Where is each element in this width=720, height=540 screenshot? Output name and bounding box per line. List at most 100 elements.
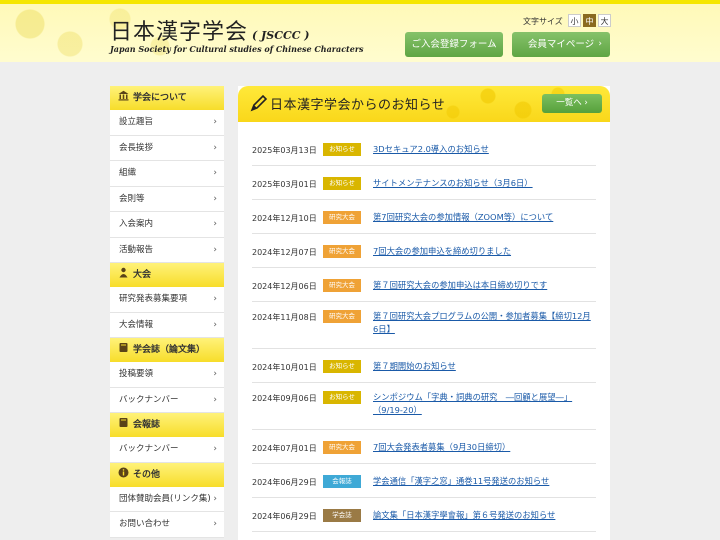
- sidebar-item-label: 投稿要領: [119, 369, 154, 379]
- news-category-badge: お知らせ: [323, 143, 361, 156]
- font-size-large-button[interactable]: 大: [598, 14, 611, 27]
- sidebar-item[interactable]: 設立趣旨 ›: [110, 110, 224, 136]
- news-header: 日本漢字学会からのお知らせ 一覧へ ›: [238, 86, 610, 122]
- news-item: 2025年03月13日 お知らせ 3Dセキュア2.0導入のお知らせ: [252, 132, 596, 166]
- news-link[interactable]: 第7回研究大会の参加情報（ZOOM等）について: [373, 211, 593, 224]
- news-link[interactable]: 3Dセキュア2.0導入のお知らせ: [373, 143, 593, 156]
- member-mypage-label: 会員マイページ: [527, 39, 595, 50]
- sidebar-heading-label: 大会: [133, 270, 152, 280]
- person-icon: [118, 264, 129, 278]
- news-date: 2024年09月06日: [252, 394, 317, 403]
- pen-icon: [250, 94, 268, 112]
- sidebar-item-label: お問い合わせ: [119, 519, 171, 529]
- sidebar-item-label: 設立趣旨: [119, 117, 154, 127]
- sidebar-item-label: 会長挨拶: [119, 142, 154, 153]
- news-list-label: 一覧へ: [556, 98, 582, 108]
- sidebar-item[interactable]: 入会案内 ›: [110, 212, 224, 238]
- font-size-label: 文字サイズ: [523, 17, 563, 26]
- sidebar-item-label: 団体賛助会員(リンク集): [119, 493, 211, 504]
- info-icon: [118, 464, 129, 477]
- news-item: 2025年03月01日 お知らせ サイトメンテナンスのお知らせ（3月6日）: [252, 166, 596, 200]
- news-link[interactable]: シンポジウム「字典・詞典の研究 ―回顧と展望―」（9/19-20）: [373, 391, 593, 417]
- news-link[interactable]: 学会通信「漢字之窓」通巻11号発送のお知らせ: [373, 475, 593, 488]
- site-title-text: 日本漢字学会: [110, 20, 249, 45]
- news-item: 2024年12月06日 研究大会 第７回研究大会の参加申込は本日締め切りです: [252, 268, 596, 302]
- sidebar-item[interactable]: 活動報告 ›: [110, 237, 224, 263]
- sidebar-item-label: 会則等: [119, 193, 145, 204]
- sidebar-heading: 大会: [110, 263, 224, 287]
- news-date: 2024年06月29日: [252, 512, 317, 521]
- sidebar-item[interactable]: バックナンバー ›: [110, 437, 224, 463]
- news-date: 2025年03月13日: [252, 146, 317, 155]
- sidebar-item[interactable]: 研究発表募集要項 ›: [110, 287, 224, 313]
- news-category-badge: 研究大会: [323, 310, 361, 323]
- register-form-button[interactable]: ご入会登録フォーム ›: [405, 32, 503, 57]
- news-link[interactable]: サイトメンテナンスのお知らせ（3月6日）: [373, 177, 593, 190]
- news-date: 2024年06月29日: [252, 478, 317, 487]
- chevron-right-icon: ›: [213, 117, 217, 127]
- news-list: 2025年03月13日 お知らせ 3Dセキュア2.0導入のお知らせ 2025年03月0…: [252, 132, 596, 532]
- news-date: 2024年12月10日: [252, 214, 317, 223]
- sidebar-item[interactable]: バックナンバー ›: [110, 387, 224, 413]
- sidebar-item-label: バックナンバー: [119, 444, 179, 454]
- sidebar-nav: 学会について 設立趣旨 › 会長挨拶 › 組織 › 会則等 › 入会案内 › 活動報告 › 大会 研究発表募…: [110, 86, 224, 538]
- news-link[interactable]: 7回大会の参加申込を締め切りました: [373, 245, 593, 258]
- chevron-right-icon: ›: [213, 394, 217, 405]
- news-date: 2025年03月01日: [252, 180, 317, 189]
- register-form-label: ご入会登録フォーム: [411, 39, 497, 50]
- sidebar-item[interactable]: 組織 ›: [110, 161, 224, 187]
- site-abbr: ( JSCCC ): [252, 29, 310, 42]
- site-subtitle: Japan Society for Cultural studies of Ch…: [110, 44, 364, 54]
- news-category-badge: 研究大会: [323, 245, 361, 258]
- book-icon: [118, 414, 129, 427]
- building-icon: [118, 87, 129, 101]
- sidebar-item[interactable]: 大会情報 ›: [110, 312, 224, 338]
- chevron-right-icon: ›: [213, 519, 217, 529]
- font-size-small-button[interactable]: 小: [568, 14, 581, 27]
- news-item: 2024年12月10日 研究大会 第7回研究大会の参加情報（ZOOM等）について: [252, 200, 596, 234]
- news-link[interactable]: 第７期開始のお知らせ: [373, 360, 593, 373]
- sidebar-item[interactable]: お問い合わせ ›: [110, 512, 224, 538]
- news-title: 日本漢字学会からのお知らせ: [270, 98, 446, 113]
- news-category-badge: 研究大会: [323, 211, 361, 224]
- chevron-right-icon: ›: [598, 39, 602, 49]
- news-link[interactable]: 7回大会発表者募集（9月30日締切）: [373, 441, 593, 454]
- chevron-right-icon: ›: [213, 444, 217, 454]
- sidebar-item-label: 研究発表募集要項: [119, 294, 188, 304]
- sidebar-item[interactable]: 会長挨拶 ›: [110, 135, 224, 161]
- news-date: 2024年10月01日: [252, 363, 317, 372]
- news-panel: 日本漢字学会からのお知らせ 一覧へ › 2025年03月13日 お知らせ 3Dセキュ…: [238, 86, 610, 540]
- chevron-right-icon: ›: [213, 219, 217, 229]
- site-title[interactable]: 日本漢字学会( JSCCC ): [110, 14, 310, 46]
- news-item: 2024年11月08日 研究大会 第７回研究大会プログラムの公開・参加者募集【締切1…: [252, 302, 596, 349]
- sidebar-heading: 学会誌（論文集）: [110, 338, 224, 362]
- news-list-button[interactable]: 一覧へ ›: [542, 94, 602, 113]
- news-date: 2024年11月08日: [252, 313, 317, 322]
- sidebar-heading: 学会について: [110, 86, 224, 110]
- news-category-badge: お知らせ: [323, 177, 361, 190]
- member-mypage-button[interactable]: 会員マイページ ›: [512, 32, 610, 57]
- sidebar-heading-label: 学会について: [133, 93, 187, 103]
- site-header: 日本漢字学会( JSCCC ) Japan Society for Cultur…: [0, 0, 720, 62]
- chevron-right-icon: ›: [213, 142, 217, 153]
- news-date: 2024年12月06日: [252, 282, 317, 291]
- news-date: 2024年07月01日: [252, 444, 317, 453]
- chevron-right-icon: ›: [213, 493, 217, 504]
- chevron-right-icon: ›: [213, 244, 217, 255]
- sidebar-item[interactable]: 団体賛助会員(リンク集) ›: [110, 486, 224, 512]
- sidebar-item-label: 大会情報: [119, 319, 154, 330]
- news-item: 2024年12月07日 研究大会 7回大会の参加申込を締め切りました: [252, 234, 596, 268]
- news-category-badge: 研究大会: [323, 441, 361, 454]
- news-item: 2024年10月01日 お知らせ 第７期開始のお知らせ: [252, 349, 596, 383]
- news-link[interactable]: 論文集「日本漢字學會報」第６号発送のお知らせ: [373, 509, 593, 522]
- font-size-medium-button[interactable]: 中: [583, 14, 596, 27]
- chevron-right-icon: ›: [213, 294, 217, 304]
- news-item: 2024年09月06日 お知らせ シンポジウム「字典・詞典の研究 ―回顧と展望―」（…: [252, 383, 596, 430]
- sidebar-item[interactable]: 会則等 ›: [110, 186, 224, 212]
- news-link[interactable]: 第７回研究大会の参加申込は本日締め切りです: [373, 279, 593, 292]
- sidebar-heading-label: その他: [133, 469, 161, 480]
- news-category-badge: 学会誌: [323, 509, 361, 522]
- sidebar-item[interactable]: 投稿要領 ›: [110, 362, 224, 388]
- news-link[interactable]: 第７回研究大会プログラムの公開・参加者募集【締切12月6日】: [373, 310, 593, 336]
- sidebar-item-label: 活動報告: [119, 244, 154, 255]
